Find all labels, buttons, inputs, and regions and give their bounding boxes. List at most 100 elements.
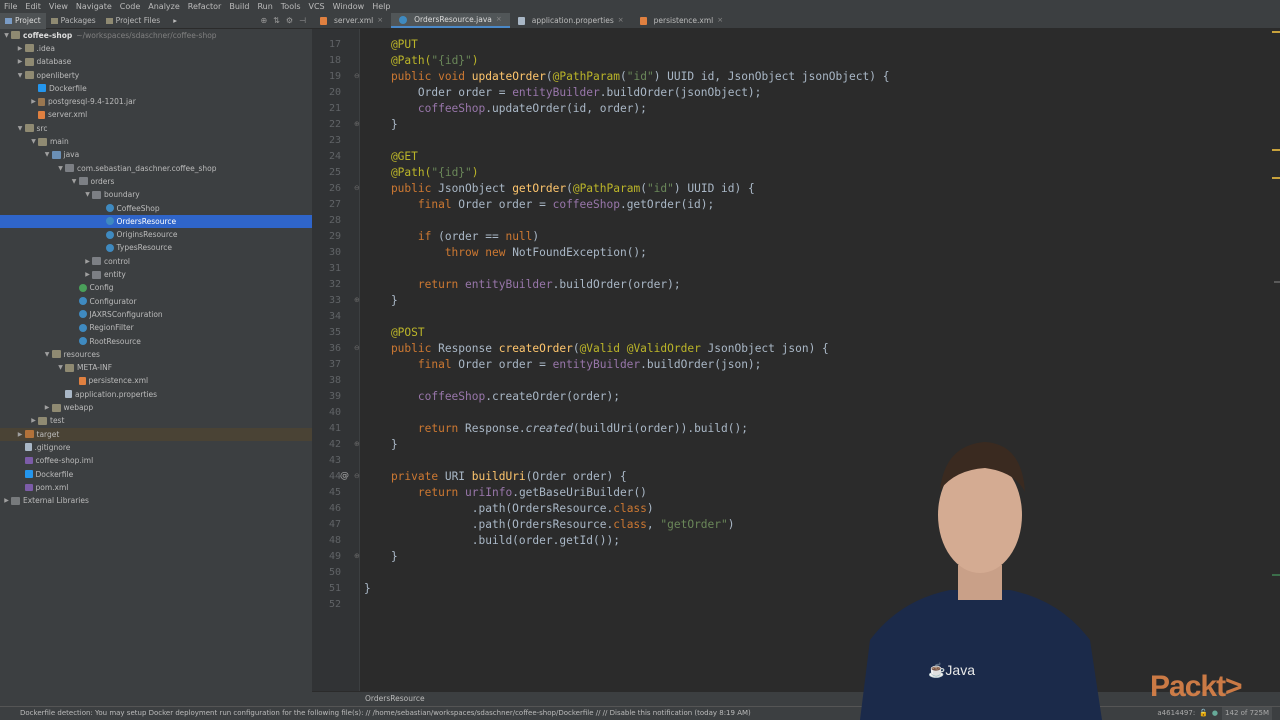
tree-item[interactable]: Dockerfile <box>0 82 312 95</box>
menu-vcs[interactable]: VCS <box>305 0 329 13</box>
code-line[interactable]: return uriInfo.getBaseUriBuilder() <box>364 485 647 501</box>
tree-item[interactable]: ▶ target <box>0 427 312 441</box>
tab-project[interactable]: Project <box>0 12 46 29</box>
fold-marker-icon[interactable]: ⊖ <box>354 344 360 352</box>
collapse-arrow-icon[interactable]: ▶ <box>83 258 92 265</box>
code-editor[interactable]: 17 18 19 20 21 22 23 24 25 26 27 28 29 30 31 32 33 34 35 36… <box>312 29 1280 691</box>
caret-position[interactable]: a4614497: <box>1157 707 1195 720</box>
code-line[interactable]: final Order order = coffeeShop.getOrder(… <box>364 197 714 213</box>
code-line[interactable]: public JsonObject getOrder(@PathParam("i… <box>364 181 755 197</box>
tab-packages[interactable]: Packages <box>46 13 101 29</box>
code-line[interactable]: final Order order = entityBuilder.buildO… <box>364 357 762 373</box>
code-line[interactable]: public Response createOrder(@Valid @Vali… <box>364 341 829 357</box>
menu-refactor[interactable]: Refactor <box>184 0 226 13</box>
collapse-arrow-icon[interactable]: ▶ <box>29 98 38 105</box>
tree-item[interactable]: ▼ openliberty <box>0 68 312 81</box>
breadcrumb-item[interactable]: OrdersResource <box>365 694 425 703</box>
code-line[interactable]: @Path("{id}") <box>364 53 479 69</box>
fold-marker-icon[interactable]: ⊕ <box>354 440 360 448</box>
code-line[interactable]: @GET <box>364 149 418 165</box>
collapse-arrow-icon[interactable]: ▶ <box>29 417 38 424</box>
fold-marker-icon[interactable]: ⊕ <box>354 296 360 304</box>
code-line[interactable]: @PUT <box>364 37 418 53</box>
memory-indicator[interactable]: 142 of 725M <box>1222 707 1272 720</box>
code-line[interactable]: .path(OrdersResource.class) <box>364 501 654 517</box>
tree-item[interactable]: ▶ webapp <box>0 401 312 414</box>
tree-item[interactable]: ▼ boundary <box>0 188 312 201</box>
expand-arrow-icon[interactable]: ▼ <box>29 138 38 145</box>
tree-item[interactable]: ▼ src <box>0 122 312 135</box>
close-icon[interactable]: × <box>377 13 383 28</box>
breadcrumb[interactable]: OrdersResource <box>312 691 1280 706</box>
tree-item[interactable]: JAXRSConfiguration <box>0 308 312 321</box>
tree-item[interactable]: ▶ database <box>0 55 312 68</box>
close-icon[interactable]: × <box>496 12 502 27</box>
expand-arrow-icon[interactable]: ▼ <box>56 165 65 172</box>
menu-tools[interactable]: Tools <box>277 0 305 13</box>
collapse-arrow-icon[interactable]: ▶ <box>2 497 11 504</box>
tree-item[interactable]: application.properties <box>0 388 312 401</box>
menu-window[interactable]: Window <box>329 0 369 13</box>
tab-project-files[interactable]: Project Files ▸ <box>101 13 182 29</box>
code-line[interactable]: return Response.created(buildUri(order))… <box>364 421 748 437</box>
menu-edit[interactable]: Edit <box>21 0 45 13</box>
code-line[interactable]: .path(OrdersResource.class, "getOrder") <box>364 517 735 533</box>
fold-marker-icon[interactable]: ⊕ <box>354 552 360 560</box>
code-line[interactable]: } <box>364 549 398 565</box>
code-line[interactable]: coffeeShop.createOrder(order); <box>364 389 620 405</box>
tab-more-icon[interactable]: ▸ <box>173 13 177 29</box>
tree-item[interactable]: persistence.xml <box>0 374 312 387</box>
code-line[interactable]: Order order = entityBuilder.buildOrder(j… <box>364 85 762 101</box>
tree-item[interactable]: ▶ control <box>0 255 312 268</box>
tree-item[interactable]: ▼ orders <box>0 175 312 188</box>
tree-item[interactable]: ▶ test <box>0 414 312 427</box>
editor-tab[interactable]: server.xml × <box>312 13 391 28</box>
tree-item[interactable]: Config <box>0 281 312 294</box>
menu-run[interactable]: Run <box>253 0 276 13</box>
expand-arrow-icon[interactable]: ▼ <box>16 72 25 79</box>
expand-arrow-icon[interactable]: ▼ <box>83 191 92 198</box>
fold-marker-icon[interactable]: ⊕ <box>354 120 360 128</box>
hide-icon[interactable]: ⊣ <box>299 16 306 25</box>
menu-navigate[interactable]: Navigate <box>72 0 116 13</box>
expand-arrow-icon[interactable]: ▼ <box>56 364 65 371</box>
menu-build[interactable]: Build <box>225 0 253 13</box>
code-line[interactable]: public void updateOrder(@PathParam("id")… <box>364 69 890 85</box>
tree-item[interactable]: ▶ postgresql-9.4-1201.jar <box>0 95 312 108</box>
editor-tab[interactable]: OrdersResource.java × <box>391 13 510 28</box>
code-line[interactable]: @Path("{id}") <box>364 165 479 181</box>
code-line[interactable]: if (order == null) <box>364 229 539 245</box>
tree-item[interactable]: server.xml <box>0 108 312 121</box>
tree-item[interactable]: TypesResource <box>0 241 312 254</box>
expand-arrow-icon[interactable]: ▼ <box>16 125 25 132</box>
collapse-arrow-icon[interactable]: ▶ <box>16 45 25 52</box>
tree-item[interactable]: ▶ entity <box>0 268 312 281</box>
code-line[interactable]: return entityBuilder.buildOrder(order); <box>364 277 681 293</box>
tree-item[interactable]: ▼ com.sebastian_daschner.coffee_shop <box>0 162 312 175</box>
menu-code[interactable]: Code <box>116 0 144 13</box>
collapse-icon[interactable]: ⇅ <box>273 16 280 25</box>
tree-item[interactable]: Configurator <box>0 295 312 308</box>
close-icon[interactable]: × <box>618 13 624 28</box>
code-line[interactable]: } <box>364 117 398 133</box>
tree-item[interactable]: ▶ .idea <box>0 42 312 55</box>
code-line[interactable]: coffeeShop.updateOrder(id, order); <box>364 101 647 117</box>
tree-item[interactable]: OrdersResource <box>0 214 312 228</box>
tree-item[interactable]: RegionFilter <box>0 321 312 334</box>
code-line[interactable]: } <box>364 437 398 453</box>
expand-arrow-icon[interactable]: ▼ <box>43 151 52 158</box>
lock-icon[interactable]: 🔓 <box>1199 707 1208 720</box>
collapse-arrow-icon[interactable]: ▶ <box>43 404 52 411</box>
code-line[interactable]: } <box>364 581 371 597</box>
fold-marker-icon[interactable]: ⊖ <box>354 472 360 480</box>
sync-icon[interactable]: ⊕ <box>260 16 267 25</box>
expand-arrow-icon[interactable]: ▼ <box>43 351 52 358</box>
tree-item[interactable]: OriginsResource <box>0 228 312 241</box>
tree-item[interactable]: Dockerfile <box>0 467 312 480</box>
close-icon[interactable]: × <box>717 13 723 28</box>
expand-arrow-icon[interactable]: ▼ <box>70 178 79 185</box>
collapse-arrow-icon[interactable]: ▶ <box>16 58 25 65</box>
tree-item[interactable]: RootResource <box>0 334 312 347</box>
tree-item[interactable]: ▶ External Libraries <box>0 494 312 507</box>
tree-item[interactable]: ▼ META-INF <box>0 361 312 374</box>
